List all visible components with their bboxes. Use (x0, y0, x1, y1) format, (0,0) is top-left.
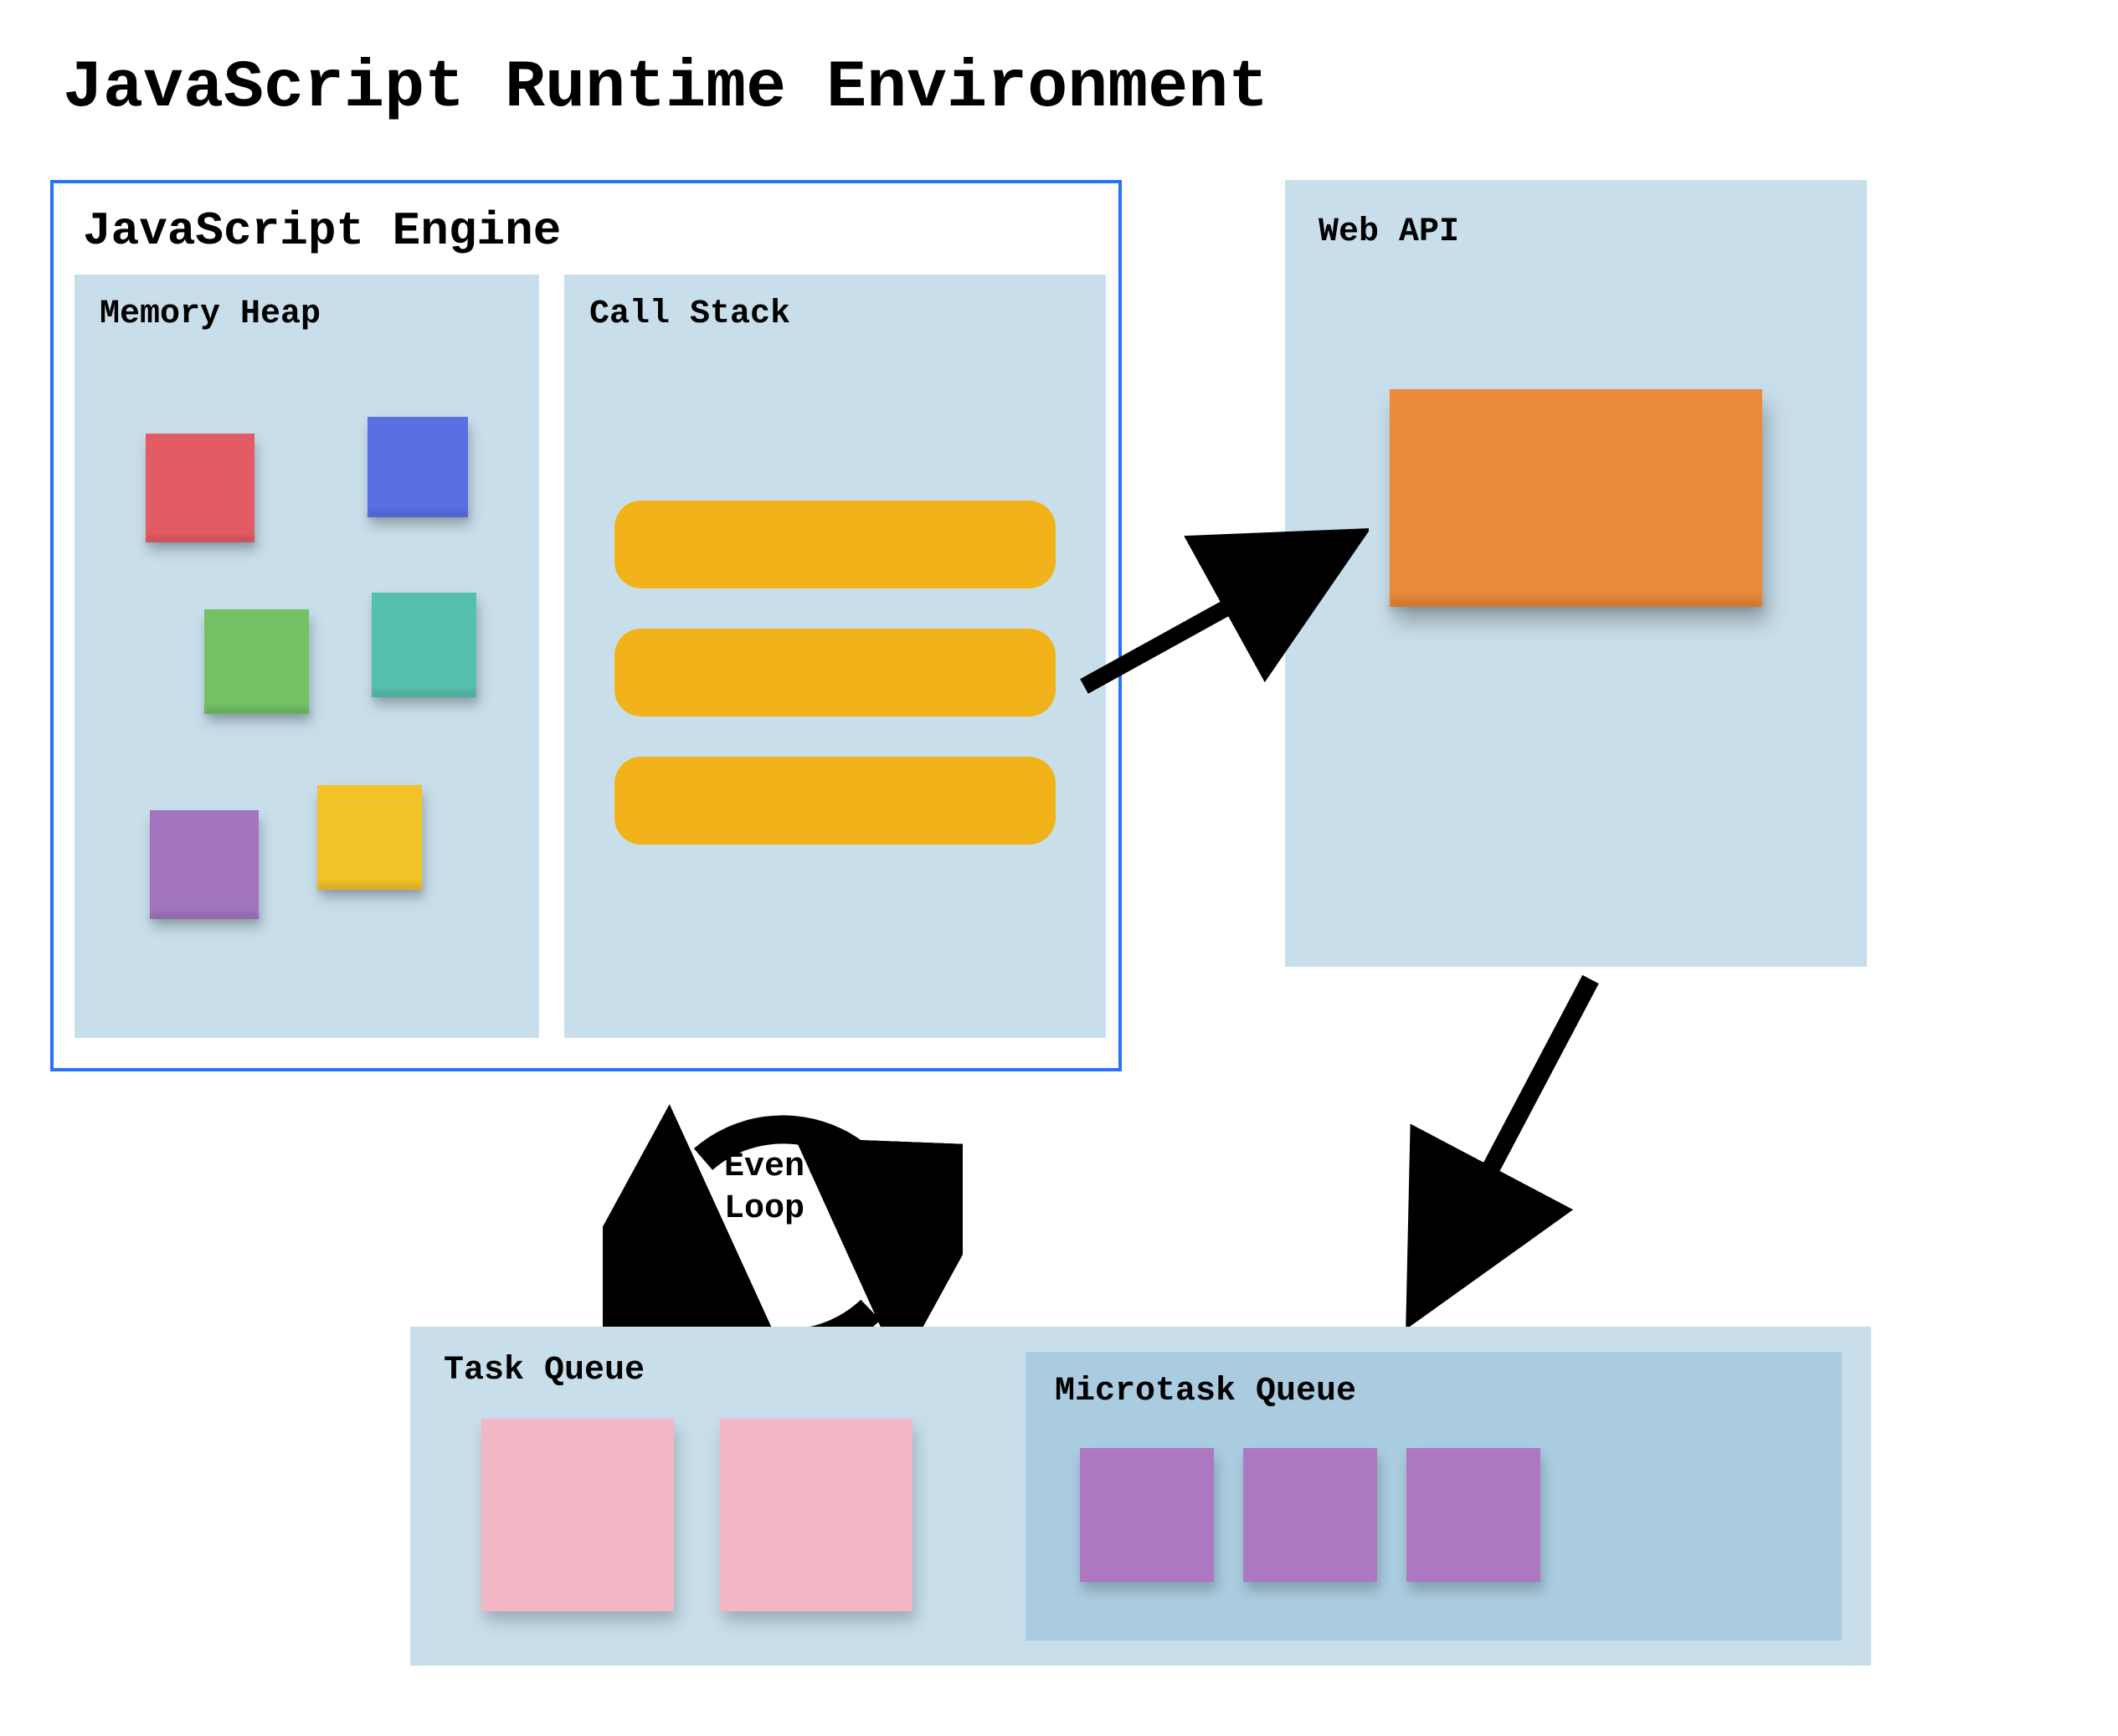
stack-frame (614, 757, 1056, 845)
engine-title: JavaScript Engine (83, 204, 1098, 258)
task-note (481, 1419, 674, 1611)
heap-note-yellow (317, 785, 422, 890)
microtask-queue-panel: Microtask Queue (1026, 1352, 1842, 1641)
task-note (720, 1419, 912, 1611)
queues-panel: Task Queue Microtask Queue (410, 1327, 1871, 1666)
web-api-label: Web API (1319, 213, 1833, 251)
heap-note-purple (150, 810, 259, 919)
engine-box: JavaScript Engine Memory Heap Call Stack (50, 180, 1122, 1071)
call-stack-frames (614, 501, 1056, 845)
call-stack-panel: Call Stack (564, 275, 1106, 1038)
event-loop-label-line1: Event (724, 1148, 825, 1186)
engine-panels: Memory Heap Call Stack (75, 275, 1098, 1038)
task-queue-items (481, 1419, 912, 1611)
microtask-note (1080, 1448, 1214, 1582)
web-api-panel: Web API (1285, 180, 1867, 967)
diagram-title: JavaScript Runtime Environment (63, 50, 1268, 126)
memory-heap-panel: Memory Heap (75, 275, 539, 1038)
event-loop-label: Event Loop (724, 1147, 825, 1230)
microtask-queue-label: Microtask Queue (1055, 1373, 1812, 1410)
arrow-callstack-to-webapi (1076, 519, 1369, 711)
stack-frame (614, 501, 1056, 588)
web-api-card (1390, 389, 1762, 607)
memory-heap-label: Memory Heap (100, 295, 514, 333)
call-stack-label: Call Stack (589, 295, 1081, 333)
microtask-note (1243, 1448, 1377, 1582)
heap-note-teal (372, 593, 476, 697)
arrow-webapi-to-microtask (1373, 963, 1641, 1331)
microtask-queue-items (1080, 1448, 1540, 1582)
heap-note-blue (368, 417, 468, 517)
stack-frame (614, 629, 1056, 716)
event-loop-label-line2: Loop (724, 1190, 805, 1228)
microtask-note (1406, 1448, 1540, 1582)
heap-note-green (204, 609, 309, 714)
heap-note-red (146, 434, 254, 542)
